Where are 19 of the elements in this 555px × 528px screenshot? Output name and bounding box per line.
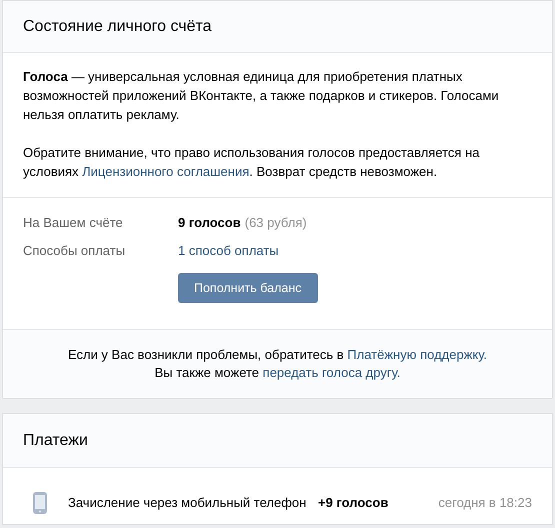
payment-time: сегодня в 18:23 bbox=[438, 494, 532, 512]
payment-amount: +9 голосов bbox=[318, 494, 388, 512]
footer-text: Вы также можете bbox=[154, 364, 260, 382]
field-label: Способы оплаты bbox=[23, 242, 126, 260]
field-label: На Вашем счёте bbox=[23, 214, 124, 232]
payment-description: Зачисление через мобильный телефон bbox=[68, 494, 308, 512]
footer-link[interactable]: Платёжную поддержку. bbox=[347, 346, 488, 364]
footer-text: Если у Вас возникли проблемы, обратитесь в bbox=[68, 346, 345, 364]
balance-note: (63 рубля) bbox=[244, 214, 307, 232]
top-up-button[interactable]: Пополнить баланс bbox=[178, 273, 318, 303]
footer-link[interactable]: передать голоса другу. bbox=[262, 364, 400, 382]
paragraph-text: Обратите внимание, что право использования голосов предоставляется на условиях Лицензионного соглашения. Возврат средств невозможен. bbox=[23, 144, 480, 181]
payment-methods-link[interactable]: 1 способ оплаты bbox=[178, 242, 279, 260]
phone-icon bbox=[32, 491, 48, 515]
license-link[interactable]: Лицензионного соглашения bbox=[82, 164, 250, 179]
card-title: Состояние личного счёта bbox=[23, 16, 212, 36]
paragraph-text: Голоса — универсальная условная единица для приобретения платных возможностей приложений ВКонтакте, а также подарков и стикеров. Голосами нельзя оплатить рекламу. bbox=[23, 68, 500, 124]
balance-value: 9 голосов bbox=[178, 214, 241, 232]
card-title: Платежи bbox=[23, 430, 88, 450]
